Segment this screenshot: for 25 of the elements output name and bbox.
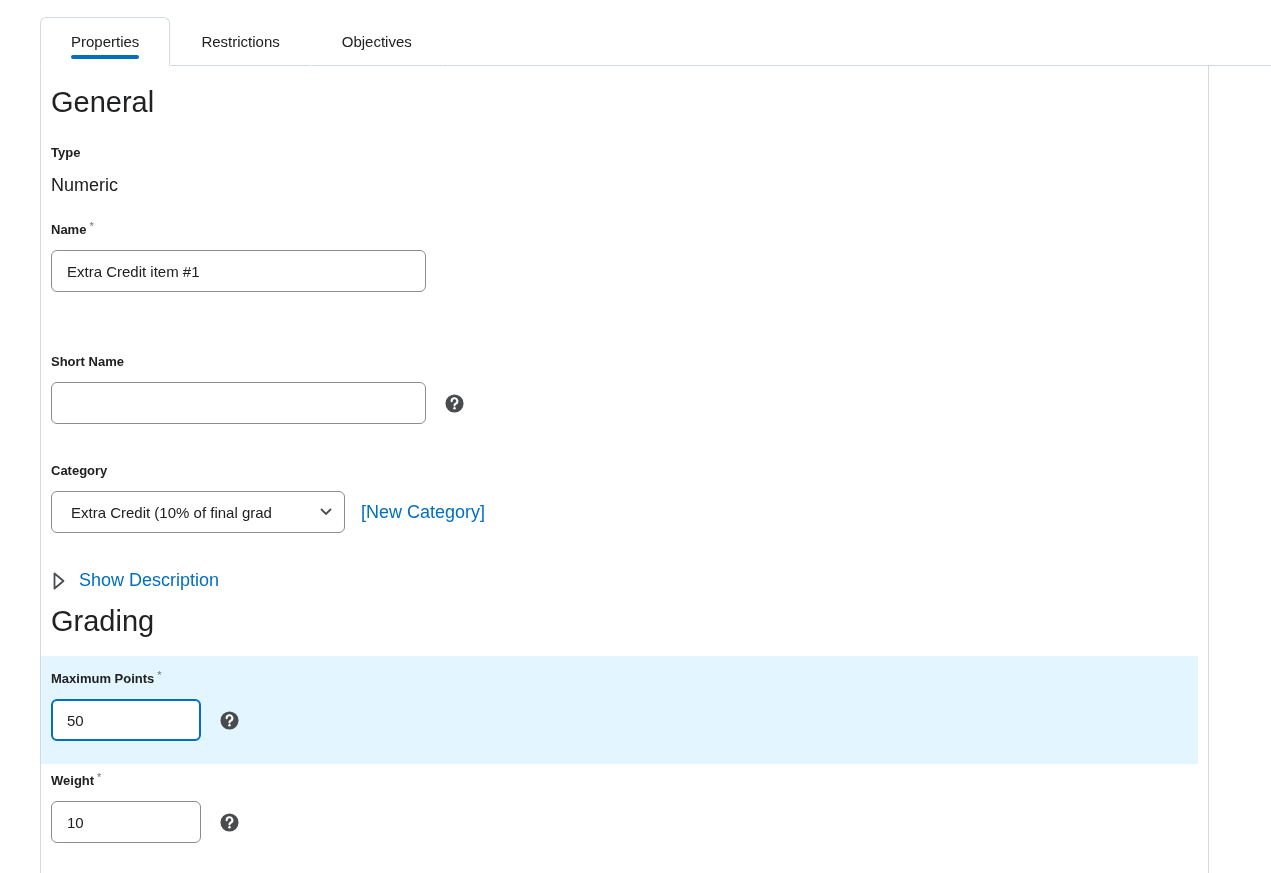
section-heading: General bbox=[51, 86, 155, 119]
required-mark: * bbox=[157, 669, 162, 681]
help-icon[interactable] bbox=[220, 710, 239, 730]
type-value: Numeric bbox=[51, 175, 118, 196]
section-heading: Grading bbox=[51, 605, 155, 638]
required-mark: * bbox=[89, 220, 94, 232]
triangle-right-icon bbox=[53, 571, 65, 590]
field-label: Category bbox=[51, 463, 108, 478]
text-field[interactable] bbox=[51, 382, 426, 424]
text-field[interactable]: Extra Credit item #1 bbox=[51, 250, 426, 292]
help-icon[interactable] bbox=[445, 393, 464, 413]
chevron-down-icon bbox=[320, 508, 332, 516]
field-label: Name bbox=[51, 222, 87, 237]
category-select[interactable]: Extra Credit (10% of final grad bbox=[51, 491, 345, 533]
tab[interactable]: Properties bbox=[40, 17, 171, 66]
text-field[interactable]: 50 bbox=[51, 699, 201, 741]
show-description-toggle[interactable]: Show Description bbox=[51, 570, 220, 591]
help-icon[interactable] bbox=[220, 812, 239, 832]
field-label: Type bbox=[51, 145, 81, 160]
field-label: Weight bbox=[51, 773, 95, 788]
required-mark: * bbox=[97, 771, 102, 783]
field-label: Maximum Points bbox=[51, 671, 155, 686]
field-label: Short Name bbox=[51, 354, 124, 369]
new-category-link[interactable]: [New Category] bbox=[361, 501, 486, 523]
text-field[interactable]: 10 bbox=[51, 801, 201, 843]
